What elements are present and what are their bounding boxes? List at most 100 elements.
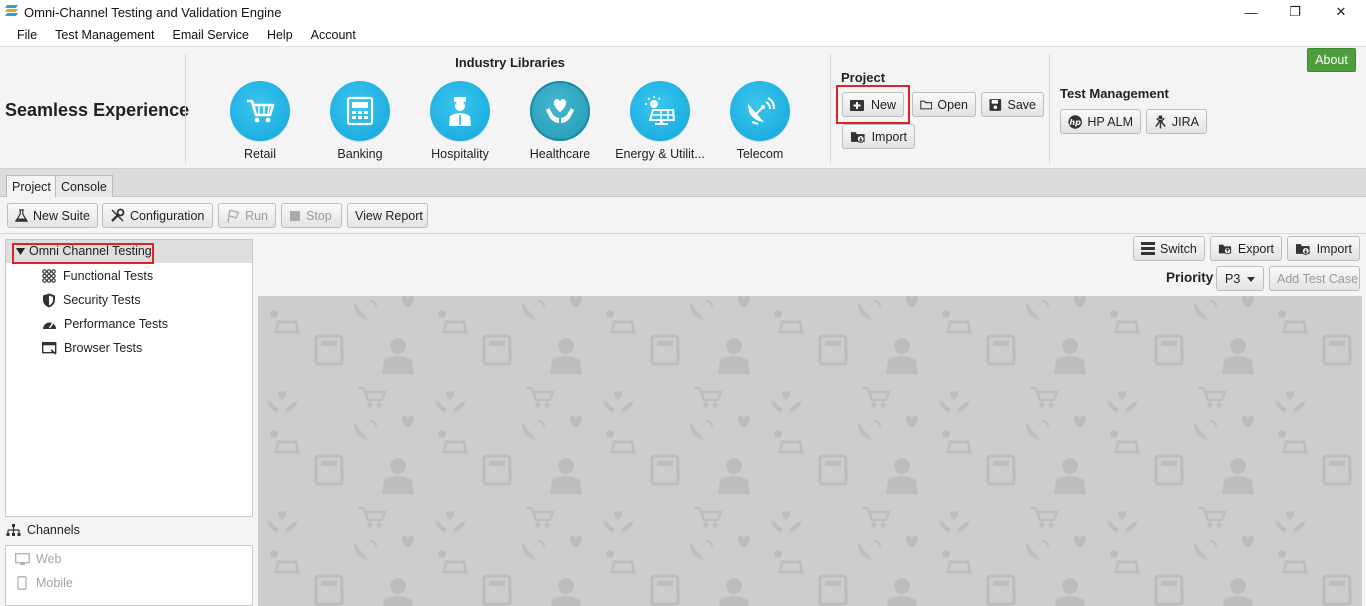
library-energy-circle [630,81,690,141]
brand-title: Seamless Experience [5,100,190,120]
flask-icon [15,209,29,222]
library-banking[interactable]: Banking [310,81,410,161]
view-report-button[interactable]: View Report [347,203,428,228]
new-suite-label: New Suite [33,208,90,223]
tab-console[interactable]: Console [55,175,113,197]
configuration-label: Configuration [130,208,205,223]
heart-hands-icon [546,99,574,123]
tab-project[interactable]: Project [6,175,57,198]
stop-label: Stop [306,208,332,223]
highlight-box [836,85,910,124]
channel-mobile[interactable]: Mobile [15,572,73,594]
import-project-button[interactable]: Import [842,124,915,149]
tree-item-performance-tests[interactable]: Performance Tests [42,314,168,334]
import-label: Import [1316,241,1352,256]
toolbar: New Suite Configuration Run Stop View Re… [0,197,1366,234]
hp-alm-button[interactable]: hp HP ALM [1060,109,1141,134]
app-logo-icon [5,5,18,16]
menu-test-management[interactable]: Test Management [46,28,163,42]
solar-panel-icon [645,96,676,125]
run-button[interactable]: Run [218,203,276,228]
maximize-button[interactable]: ❐ [1272,0,1318,24]
switch-button[interactable]: Switch [1133,236,1205,261]
test-management-title: Test Management [1060,86,1169,101]
save-button-label: Save [1007,97,1037,112]
minimize-icon: — [1244,4,1258,20]
tree-item-functional-tests[interactable]: Functional Tests [42,266,153,286]
save-icon [989,98,1002,111]
gauge-icon [43,322,56,329]
channel-web[interactable]: Web [15,548,61,570]
import-folder-icon [1295,243,1310,255]
channel-label: Web [36,552,62,566]
library-retail[interactable]: Retail [210,81,310,161]
hp-alm-label: HP ALM [1087,114,1133,129]
menu-email-service[interactable]: Email Service [164,28,258,42]
browser-window-icon [42,341,57,355]
folder-icon [920,100,933,109]
hierarchy-icon [6,523,21,536]
title-bar: Omni-Channel Testing and Validation Engi… [0,0,1366,24]
new-suite-button[interactable]: New Suite [7,203,98,228]
close-button[interactable]: ✕ [1318,0,1364,24]
save-project-button[interactable]: Save [981,92,1044,117]
ribbon: Seamless Experience Industry Libraries R… [0,48,1366,169]
menu-help[interactable]: Help [258,28,302,42]
channels-title: Channels [27,523,80,537]
tools-icon [111,208,125,222]
library-label: Healthcare [529,147,591,161]
channel-label: Mobile [36,576,73,590]
project-section-title: Project [841,70,886,85]
add-test-case-label: Add Test Case [1277,271,1359,286]
view-report-label: View Report [355,208,423,223]
import-button-label: Import [871,129,907,144]
svg-text:hp: hp [1069,117,1081,127]
export-folder-icon [1218,244,1232,254]
stop-button[interactable]: Stop [281,203,342,228]
minimize-button[interactable]: — [1228,0,1274,24]
menu-account[interactable]: Account [302,28,365,42]
library-healthcare[interactable]: Healthcare [510,81,610,161]
divider [830,54,831,164]
test-case-workspace [258,296,1362,606]
tree-item-security-tests[interactable]: Security Tests [42,290,141,310]
export-button[interactable]: Export [1210,236,1282,261]
about-button[interactable]: About [1307,48,1356,72]
tree-item-browser-tests[interactable]: Browser Tests [42,338,142,358]
mobile-phone-icon [17,576,27,590]
library-banking-circle [330,81,390,141]
library-label: Hospitality [431,147,489,161]
tree-item-label: Performance Tests [64,317,168,331]
library-label: Banking [337,147,383,161]
jira-logo-icon [1155,114,1166,128]
add-test-case-button[interactable]: Add Test Case [1269,266,1360,291]
workspace-watermark-pattern [258,296,1362,606]
library-telecom[interactable]: Telecom [710,81,810,161]
functional-grid-icon [42,269,56,283]
library-hospitality-circle [430,81,490,141]
tree-item-label: Browser Tests [64,341,143,355]
list-icon [1141,242,1155,255]
open-project-button[interactable]: Open [912,92,976,117]
menu-bar: File Test Management Email Service Help … [0,24,1366,47]
jira-button[interactable]: JIRA [1146,109,1207,134]
export-label: Export [1237,241,1274,256]
channels-list: Web Mobile [5,545,253,606]
test-tree: Omni Channel Testing Functional Tests Se… [5,239,253,517]
configuration-button[interactable]: Configuration [102,203,213,228]
open-button-label: Open [937,97,968,112]
priority-value: P3 [1225,271,1241,286]
library-telecom-circle [730,81,790,141]
cart-icon [247,99,275,123]
dropdown-arrow-icon [1247,277,1255,282]
restore-icon: ❐ [1289,4,1301,19]
priority-dropdown[interactable]: P3 [1216,266,1264,291]
atm-icon [346,96,374,126]
menu-file[interactable]: File [8,28,46,42]
import-test-button[interactable]: Import [1287,236,1360,261]
industry-libraries-title: Industry Libraries [455,55,565,70]
window-title: Omni-Channel Testing and Validation Engi… [24,5,282,20]
library-energy-utilities[interactable]: Energy & Utilit... [610,81,710,161]
tree-item-label: Security Tests [63,293,141,307]
library-hospitality[interactable]: Hospitality [410,81,510,161]
